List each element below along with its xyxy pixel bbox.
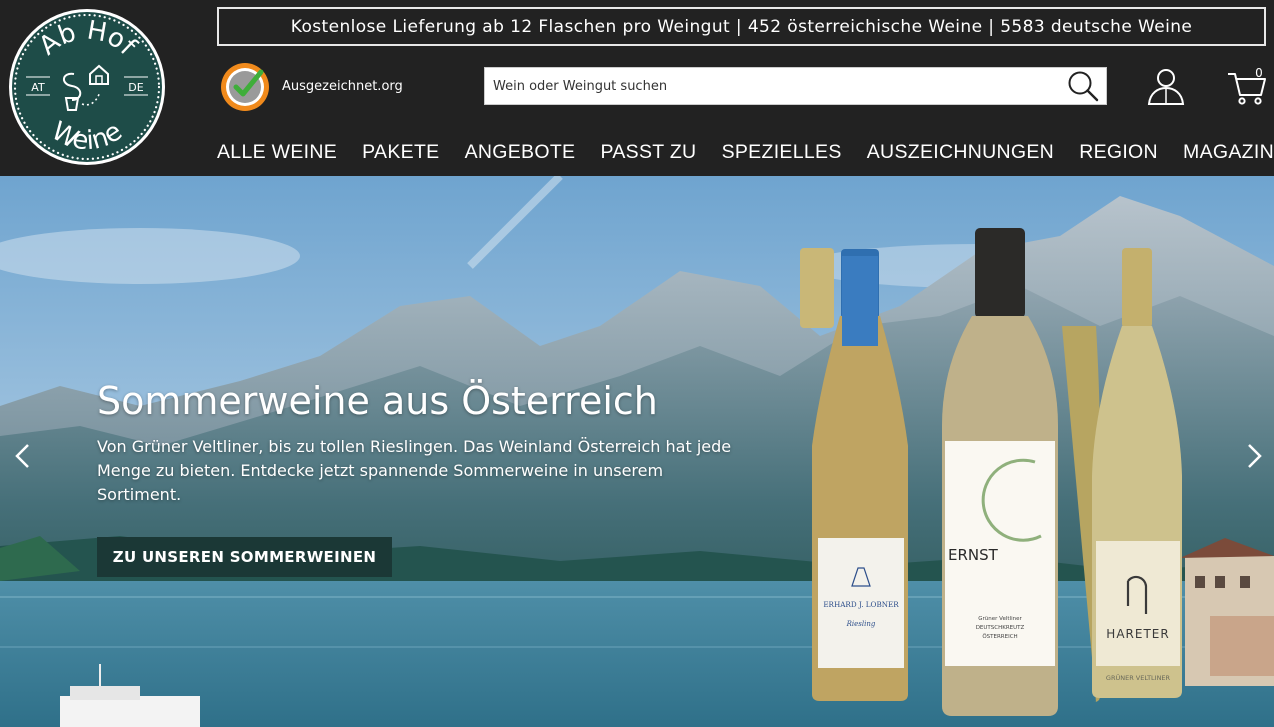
bottle-hareter-brand: HARETER bbox=[1106, 627, 1169, 641]
nav-item-region[interactable]: REGION bbox=[1079, 141, 1158, 164]
hero-slider: ERHARD J. LOBNER Riesling ERNST Grüner V… bbox=[0, 176, 1274, 727]
trust-badge[interactable]: Ausgezeichnet.org bbox=[217, 60, 403, 112]
promo-bar: Kostenlose Lieferung ab 12 Flaschen pro … bbox=[217, 7, 1266, 46]
bottle-hareter-variety: GRÜNER VELTLINER bbox=[1106, 673, 1171, 682]
nav-item-auszeichnungen[interactable]: AUSZEICHNUNGEN bbox=[867, 141, 1054, 164]
bottle-lobner-brand: ERHARD J. LOBNER bbox=[823, 600, 899, 609]
logo-at-tag: AT bbox=[31, 81, 45, 94]
search-icon bbox=[1068, 71, 1099, 102]
ausgezeichnet-seal-icon bbox=[221, 63, 269, 111]
wine-bottles-image: ERHARD J. LOBNER Riesling ERNST Grüner V… bbox=[800, 228, 1100, 716]
slider-next-arrow-icon[interactable] bbox=[1239, 441, 1269, 471]
bottle-ernst-variety: Grüner Veltliner bbox=[978, 616, 1022, 622]
logo-de-tag: DE bbox=[128, 81, 143, 94]
nav-item-alle-weine[interactable]: ALLE WEINE bbox=[217, 141, 337, 164]
site-logo[interactable]: Ab Hof Weine AT DE bbox=[8, 8, 166, 166]
bottle-hareter-image: HARETER GRÜNER VELTLINER bbox=[1092, 248, 1182, 698]
nav-item-angebote[interactable]: ANGEBOTE bbox=[465, 141, 576, 164]
slider-prev-arrow-icon[interactable] bbox=[8, 441, 38, 471]
cart-count: 0 bbox=[1255, 66, 1263, 80]
nav-item-spezielles[interactable]: SPEZIELLES bbox=[722, 141, 842, 164]
bottle-ernst-country: ÖSTERREICH bbox=[982, 633, 1017, 640]
nav-item-pakete[interactable]: PAKETE bbox=[362, 141, 439, 164]
bottle-ernst-origin: DEUTSCHKREUTZ bbox=[976, 625, 1025, 631]
site-header: Ab Hof Weine AT DE Kostenlose Lieferung … bbox=[0, 0, 1274, 176]
main-nav: ALLE WEINE PAKETE ANGEBOTE PASST ZU SPEZ… bbox=[217, 138, 1274, 166]
search-input[interactable] bbox=[485, 68, 1055, 104]
search-bar bbox=[484, 67, 1107, 105]
promo-text: Kostenlose Lieferung ab 12 Flaschen pro … bbox=[290, 16, 1193, 37]
nav-item-passt-zu[interactable]: PASST ZU bbox=[600, 141, 696, 164]
cart-button[interactable]: 0 bbox=[1225, 64, 1269, 108]
bottle-ernst-brand: ERNST bbox=[948, 546, 999, 564]
bottle-ernst: ERNST Grüner Veltliner DEUTSCHKREUTZ ÖST… bbox=[942, 228, 1058, 716]
bottle-lobner-variety: Riesling bbox=[846, 620, 876, 628]
badge-label: Ausgezeichnet.org bbox=[282, 78, 403, 94]
search-button[interactable] bbox=[1060, 68, 1106, 104]
hero-title: Sommerweine aus Österreich bbox=[97, 379, 658, 423]
hero-description: Von Grüner Veltliner, bis zu tollen Ries… bbox=[97, 437, 732, 504]
account-icon[interactable] bbox=[1146, 66, 1186, 106]
nav-item-magazin[interactable]: MAGAZIN bbox=[1183, 141, 1274, 164]
hero-cta-button[interactable]: ZU UNSEREN SOMMERWEINEN bbox=[97, 537, 392, 577]
